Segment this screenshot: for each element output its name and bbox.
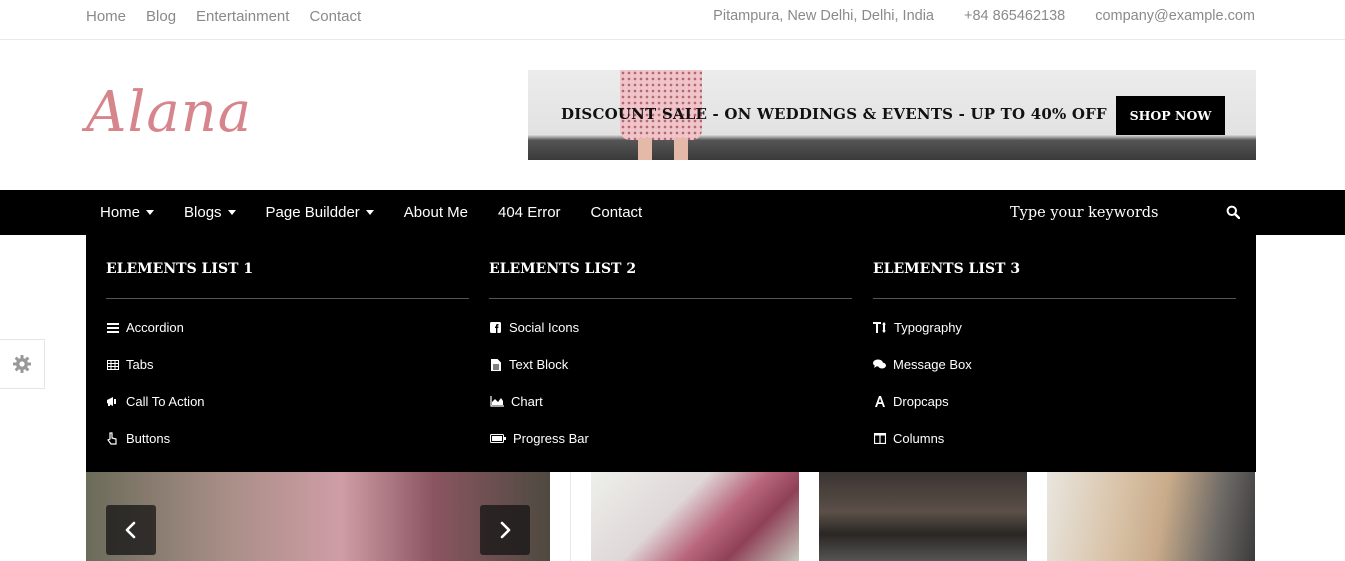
menu-item-progress-bar[interactable]: Progress Bar (489, 431, 589, 446)
menu-item-label: Message Box (893, 357, 972, 372)
column-title: ELEMENTS LIST 1 (106, 261, 254, 277)
comments-icon (873, 358, 886, 371)
contact-info: Pitampura, New Delhi, Delhi, India +84 8… (713, 0, 1255, 32)
menu-item-label: Dropcaps (893, 394, 949, 409)
menu-item-label: Text Block (509, 357, 569, 372)
post-thumbnail-portrait[interactable] (1047, 472, 1255, 561)
post-thumbnail-street[interactable] (819, 472, 1027, 561)
menu-item-call-to-action[interactable]: Call To Action (106, 394, 205, 409)
nav-label: About Me (403, 204, 468, 221)
caret-down-icon (365, 210, 374, 215)
nav-page-builder[interactable]: Page Buildder (266, 204, 374, 221)
divider (106, 298, 469, 299)
menu-item-label: Typography (894, 320, 962, 335)
nav-about-me[interactable]: About Me (404, 204, 468, 221)
menu-item-dropcaps[interactable]: Dropcaps (873, 394, 949, 409)
menu-item-label: Buttons (126, 431, 171, 446)
banner-image-detail (674, 138, 688, 160)
divider (873, 298, 1236, 299)
chevron-left-icon (125, 521, 136, 539)
promo-banner[interactable]: DISCOUNT SALE - ON WEDDINGS & EVENTS - U… (528, 70, 1256, 160)
column-title: ELEMENTS LIST 2 (489, 261, 637, 277)
caret-down-icon (227, 210, 236, 215)
site-logo[interactable]: Alana (86, 80, 252, 145)
mega-menu: ELEMENTS LIST 1 Accordion Tabs Call To A… (86, 235, 1256, 472)
divider (489, 298, 852, 299)
menu-item-accordion[interactable]: Accordion (106, 320, 184, 335)
address-text: Pitampura, New Delhi, Delhi, India (713, 8, 934, 24)
list-icon (106, 321, 119, 334)
slider-prev-button[interactable] (106, 505, 156, 555)
menu-item-chart[interactable]: Chart (489, 394, 543, 409)
top-nav-home[interactable]: Home (86, 8, 126, 25)
top-nav: Home Blog Entertainment Contact (86, 0, 361, 32)
font-icon (873, 395, 886, 408)
email-text[interactable]: company@example.com (1095, 8, 1255, 24)
hand-pointer-icon (106, 432, 119, 445)
menu-item-social-icons[interactable]: Social Icons (489, 320, 579, 335)
top-nav-contact[interactable]: Contact (309, 8, 361, 25)
menu-item-tabs[interactable]: Tabs (106, 357, 153, 372)
table-icon (106, 358, 119, 371)
menu-item-label: Chart (511, 394, 543, 409)
search-icon[interactable] (1226, 205, 1240, 219)
bullhorn-icon (106, 395, 119, 408)
banner-text: DISCOUNT SALE - ON WEDDINGS & EVENTS - U… (561, 105, 1107, 123)
menu-item-label: Tabs (126, 357, 154, 372)
menu-item-columns[interactable]: Columns (873, 431, 944, 446)
main-nav-items: Home Blogs Page Buildder About Me 404 Er… (100, 190, 642, 235)
area-chart-icon (489, 395, 504, 408)
search-input[interactable] (1010, 198, 1210, 228)
nav-home[interactable]: Home (100, 204, 155, 221)
menu-item-label: Progress Bar (513, 431, 589, 446)
menu-item-label: Accordion (126, 320, 184, 335)
settings-toggle[interactable] (0, 339, 45, 389)
top-bar: Home Blog Entertainment Contact Pitampur… (0, 0, 1345, 40)
battery-icon (489, 432, 506, 445)
post-thumbnail-flower[interactable] (591, 472, 799, 561)
menu-item-typography[interactable]: Typography (873, 320, 962, 335)
menu-item-message-box[interactable]: Message Box (873, 357, 972, 372)
text-height-icon (873, 321, 887, 334)
divider (570, 472, 571, 561)
menu-item-text-block[interactable]: Text Block (489, 357, 568, 372)
nav-label: Contact (590, 204, 643, 221)
nav-contact[interactable]: Contact (591, 204, 643, 221)
columns-icon (873, 432, 886, 445)
gear-icon (13, 355, 31, 373)
banner-image-detail (638, 138, 652, 160)
file-text-icon (489, 358, 502, 371)
nav-label: 404 Error (498, 204, 561, 221)
menu-item-label: Social Icons (509, 320, 580, 335)
top-nav-entertainment[interactable]: Entertainment (196, 8, 289, 25)
facebook-square-icon (489, 321, 502, 334)
slider-next-button[interactable] (480, 505, 530, 555)
menu-item-buttons[interactable]: Buttons (106, 431, 170, 446)
nav-blogs[interactable]: Blogs (184, 204, 236, 221)
menu-item-label: Columns (893, 431, 945, 446)
nav-label: Home (100, 204, 141, 221)
shop-now-button[interactable]: SHOP NOW (1116, 96, 1225, 135)
phone-text[interactable]: +84 865462138 (964, 8, 1065, 24)
top-nav-blog[interactable]: Blog (146, 8, 176, 25)
main-nav: Home Blogs Page Buildder About Me 404 Er… (0, 190, 1345, 235)
caret-down-icon (146, 210, 155, 215)
nav-label: Blogs (184, 204, 222, 221)
menu-item-label: Call To Action (126, 394, 205, 409)
chevron-right-icon (500, 521, 511, 539)
nav-label: Page Buildder (265, 204, 360, 221)
nav-404-error[interactable]: 404 Error (498, 204, 561, 221)
column-title: ELEMENTS LIST 3 (873, 261, 1021, 277)
